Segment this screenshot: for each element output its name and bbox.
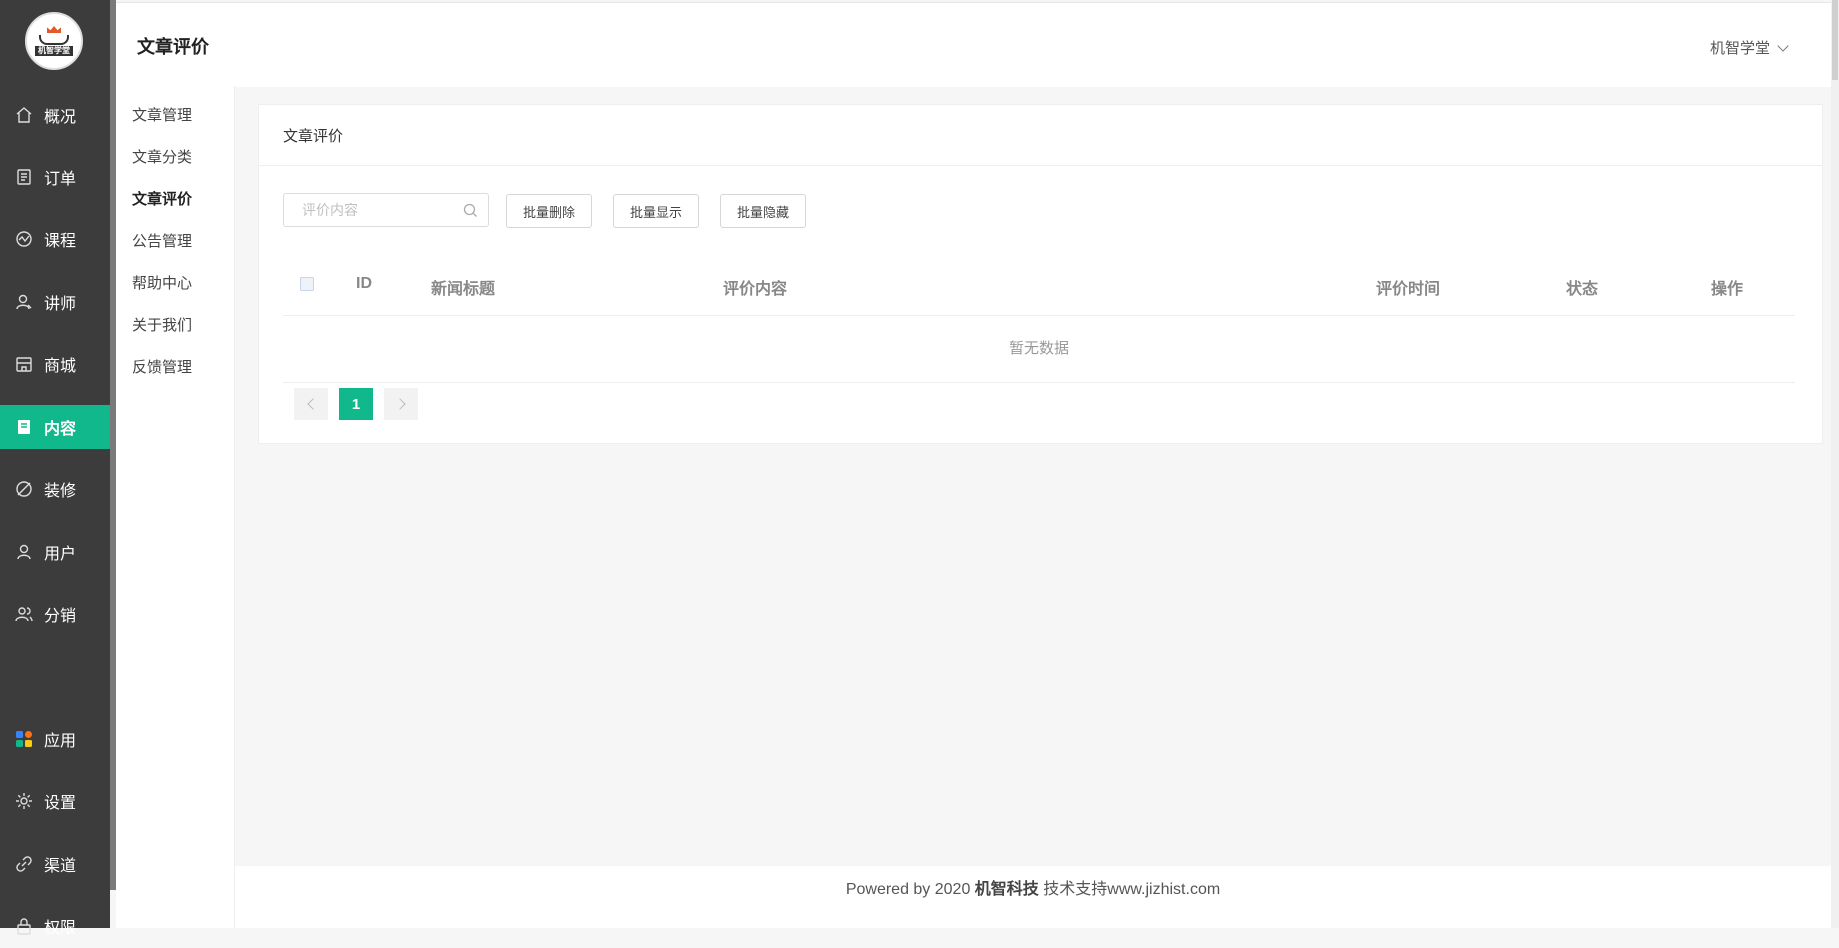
search-icon[interactable]	[463, 203, 478, 223]
sidebar-item-permission[interactable]: 权限	[0, 904, 110, 948]
sidebar-item-apps[interactable]: 应用	[0, 717, 110, 761]
content-icon	[14, 417, 34, 437]
sidebar-item-store[interactable]: 商城	[0, 342, 110, 386]
card-title: 文章评价	[283, 128, 344, 145]
main-sidebar: 机智学堂 概况 订单 课程 讲师 商城 内容 装修 用户 分销 应用 设置 渠道…	[0, 0, 110, 937]
sidebar-item-teachers[interactable]: 讲师	[0, 280, 110, 324]
column-header-actions: 操作	[1711, 281, 1744, 298]
apps-icon	[14, 729, 34, 749]
channel-icon	[14, 854, 34, 874]
review-card: 文章评价 批量删除 批量显示 批量隐藏 ID 新闻标题 评价内容 评价时间 状态…	[258, 104, 1823, 444]
footer-company: 机智科技	[974, 881, 1039, 898]
order-icon	[14, 167, 34, 187]
top-header: 文章评价 机智学堂	[116, 2, 1839, 87]
teacher-icon	[14, 292, 34, 312]
user-icon	[14, 542, 34, 562]
chevron-right-icon	[393, 398, 406, 410]
footer-suffix: 技术支持www.jizhist.com	[1038, 881, 1221, 898]
sidebar-item-settings[interactable]: 设置	[0, 779, 110, 823]
select-all-checkbox[interactable]	[300, 277, 314, 291]
table-empty-state: 暂无数据	[283, 317, 1795, 383]
submenu-item-article-review[interactable]: 文章评价	[132, 188, 192, 209]
crown-icon	[47, 26, 61, 33]
permission-icon	[14, 916, 34, 936]
settings-icon	[14, 791, 34, 811]
sidebar-item-users[interactable]: 用户	[0, 530, 110, 574]
sidebar-item-channel[interactable]: 渠道	[0, 842, 110, 886]
logo-text: 机智学堂	[35, 46, 73, 56]
batch-delete-button[interactable]: 批量删除	[506, 194, 593, 228]
home-icon	[14, 105, 34, 125]
sidebar-item-content[interactable]: 内容	[0, 405, 110, 449]
decorate-icon	[14, 479, 34, 499]
column-header-id: ID	[356, 275, 372, 292]
column-header-review-content: 评价内容	[723, 281, 788, 298]
page-scrollbar[interactable]	[1831, 0, 1839, 928]
sidebar-item-distribution[interactable]: 分销	[0, 592, 110, 636]
course-icon	[14, 229, 34, 249]
pagination-next-button[interactable]	[384, 388, 418, 420]
footer-prefix: Powered by 2020	[845, 881, 975, 898]
book-icon	[39, 35, 69, 45]
column-header-review-time: 评价时间	[1376, 281, 1441, 298]
sidebar-item-orders[interactable]: 订单	[0, 155, 110, 199]
batch-hide-button[interactable]: 批量隐藏	[720, 194, 807, 228]
submenu-item-help-center[interactable]: 帮助中心	[132, 272, 192, 293]
page-footer: Powered by 2020 机智科技 技术支持www.jizhist.com	[235, 866, 1831, 928]
review-search-input[interactable]	[300, 201, 464, 219]
pagination-current-page[interactable]: 1	[339, 388, 373, 420]
chevron-left-icon	[306, 398, 319, 410]
page-title: 文章评价	[137, 37, 209, 57]
card-header: 文章评价	[259, 105, 1822, 166]
scrollbar-thumb[interactable]	[1832, 0, 1838, 80]
review-search-box[interactable]	[283, 193, 489, 227]
submenu-item-notice-manage[interactable]: 公告管理	[132, 230, 192, 251]
sidebar-item-overview[interactable]: 概况	[0, 93, 110, 137]
table-header: ID 新闻标题 评价内容 评价时间 状态 操作	[283, 255, 1795, 316]
column-header-status: 状态	[1566, 281, 1599, 298]
pagination-prev-button[interactable]	[294, 388, 328, 420]
user-name: 机智学堂	[1709, 40, 1770, 57]
distribution-icon	[14, 604, 34, 624]
column-header-news-title: 新闻标题	[431, 281, 496, 298]
chevron-down-icon	[1777, 39, 1789, 52]
batch-show-button[interactable]: 批量显示	[613, 194, 700, 228]
store-icon	[14, 354, 34, 374]
submenu-item-feedback[interactable]: 反馈管理	[132, 356, 192, 377]
content-submenu: 文章管理 文章分类 文章评价 公告管理 帮助中心 关于我们 反馈管理	[116, 86, 235, 928]
user-menu[interactable]: 机智学堂	[1709, 37, 1789, 58]
brand-logo[interactable]: 机智学堂	[25, 12, 83, 70]
submenu-item-article-category[interactable]: 文章分类	[132, 146, 192, 167]
sidebar-item-courses[interactable]: 课程	[0, 217, 110, 261]
sidebar-item-decorate[interactable]: 装修	[0, 467, 110, 511]
submenu-item-article-manage[interactable]: 文章管理	[132, 104, 192, 125]
submenu-item-about-us[interactable]: 关于我们	[132, 314, 192, 335]
